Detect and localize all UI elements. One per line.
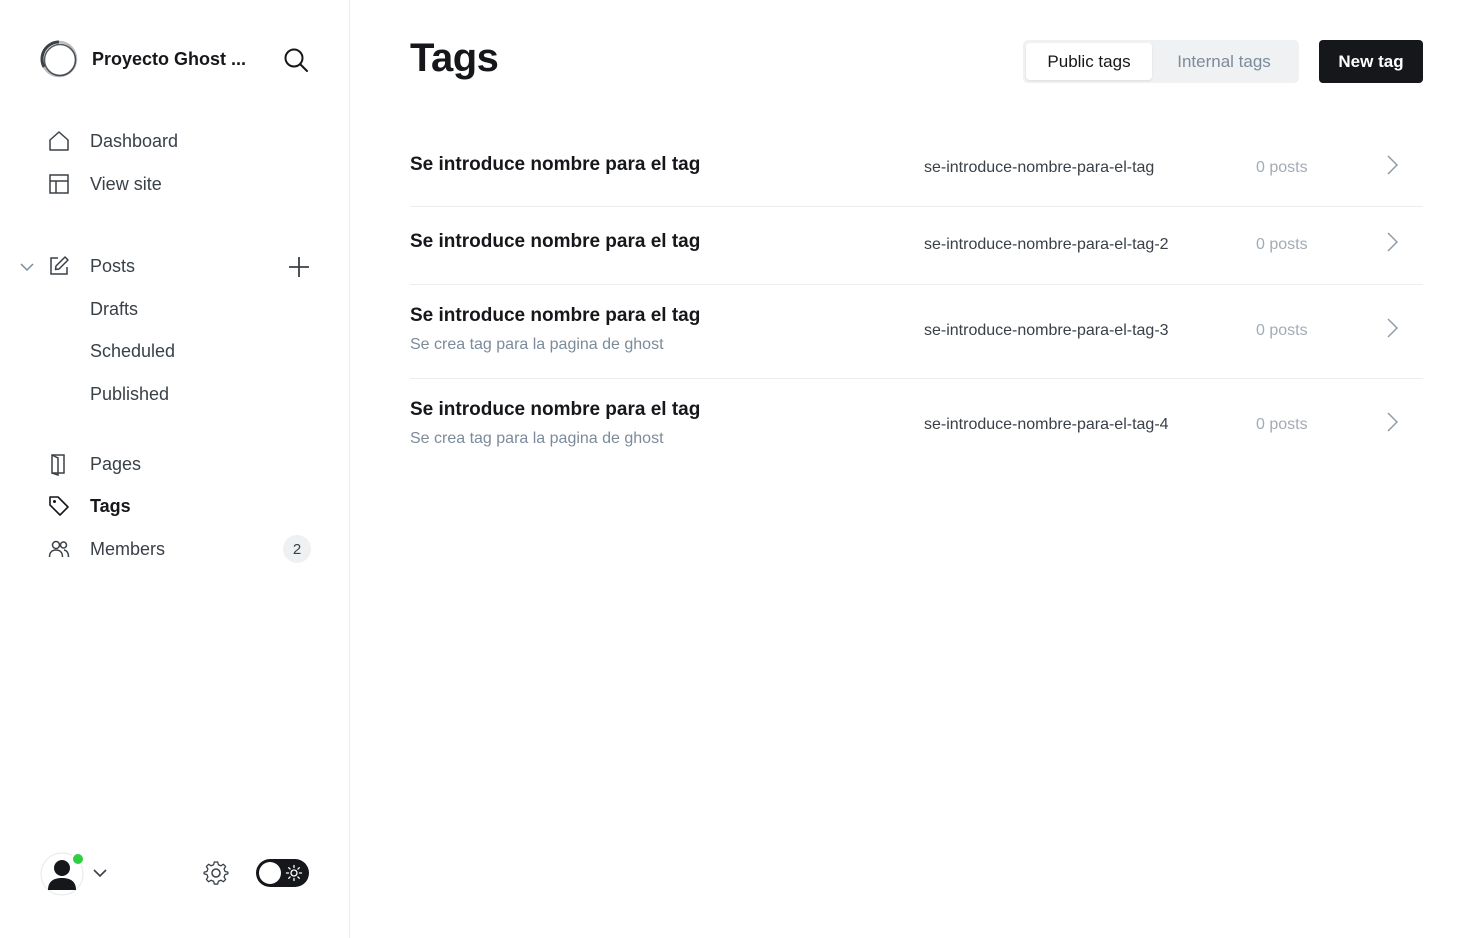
tab-public-tags[interactable]: Public tags — [1026, 43, 1152, 80]
page-title: Tags — [410, 36, 499, 80]
tag-description: Se crea tag para la pagina de ghost — [410, 430, 664, 447]
plus-icon[interactable] — [286, 254, 312, 280]
chevron-down-icon[interactable] — [18, 258, 36, 276]
nav-view-site-label: View site — [90, 173, 162, 194]
nav-pages-label: Pages — [90, 453, 142, 474]
table-row[interactable]: Se introduce nombre para el tag Se crea … — [410, 379, 1423, 473]
site-logo-icon — [40, 40, 78, 78]
chevron-right-icon — [1387, 318, 1399, 338]
tag-slug: se-introduce-nombre-para-el-tag-2 — [924, 236, 1169, 253]
nav-tags[interactable]: Tags — [46, 491, 131, 521]
nav-members-label: Members — [90, 538, 166, 559]
chevron-down-icon[interactable] — [91, 864, 109, 882]
tag-icon — [46, 493, 72, 519]
nav-view-site[interactable]: View site — [46, 169, 162, 199]
tag-slug: se-introduce-nombre-para-el-tag — [924, 159, 1155, 176]
home-icon — [46, 128, 72, 154]
tag-name: Se introduce nombre para el tag — [410, 305, 701, 326]
nav-members[interactable]: Members — [46, 534, 165, 564]
tag-post-count[interactable]: 0 posts — [1256, 236, 1308, 254]
nav-scheduled[interactable]: Scheduled — [90, 339, 175, 363]
tag-post-count[interactable]: 0 posts — [1256, 416, 1308, 434]
table-row[interactable]: Se introduce nombre para el tag se-intro… — [410, 207, 1423, 285]
search-icon[interactable] — [282, 46, 310, 74]
chevron-right-icon — [1387, 155, 1399, 175]
tag-slug: se-introduce-nombre-para-el-tag-4 — [924, 416, 1169, 433]
tag-name: Se introduce nombre para el tag — [410, 399, 701, 420]
layout-icon — [46, 171, 72, 197]
nav-pages[interactable]: Pages — [46, 449, 141, 479]
tag-name: Se introduce nombre para el tag — [410, 154, 701, 175]
tab-internal-tags[interactable]: Internal tags — [1152, 43, 1296, 80]
theme-toggle[interactable] — [256, 859, 309, 887]
new-tag-button[interactable]: New tag — [1319, 40, 1423, 83]
online-status-dot — [71, 852, 85, 866]
nav-posts-label: Posts — [90, 255, 136, 276]
table-row[interactable]: Se introduce nombre para el tag Se crea … — [410, 285, 1423, 379]
nav-posts[interactable]: Posts — [46, 251, 135, 281]
table-row[interactable]: Se introduce nombre para el tag se-intro… — [410, 130, 1423, 207]
theme-toggle-knob — [259, 862, 281, 884]
nav-dashboard[interactable]: Dashboard — [46, 126, 178, 156]
edit-icon — [46, 253, 72, 279]
nav-tags-label: Tags — [90, 495, 131, 516]
tag-type-filter: Public tags Internal tags — [1023, 40, 1299, 83]
nav-dashboard-label: Dashboard — [90, 130, 179, 151]
site-brand[interactable]: Proyecto Ghost ... — [40, 40, 246, 78]
tag-post-count[interactable]: 0 posts — [1256, 322, 1308, 340]
page-icon — [46, 451, 72, 477]
site-title: Proyecto Ghost ... — [92, 48, 247, 69]
nav-drafts[interactable]: Drafts — [90, 297, 138, 321]
tag-post-count[interactable]: 0 posts — [1256, 159, 1308, 177]
nav-published[interactable]: Published — [90, 382, 169, 406]
chevron-right-icon — [1387, 232, 1399, 252]
sun-icon — [285, 864, 303, 882]
users-icon — [46, 536, 72, 562]
tag-name: Se introduce nombre para el tag — [410, 231, 701, 252]
tag-slug: se-introduce-nombre-para-el-tag-3 — [924, 322, 1169, 339]
chevron-right-icon — [1387, 412, 1399, 432]
members-count-badge: 2 — [283, 535, 311, 563]
gear-icon[interactable] — [201, 858, 231, 888]
sidebar: Proyecto Ghost ... Dashboard View site P… — [0, 0, 350, 938]
tag-description: Se crea tag para la pagina de ghost — [410, 336, 664, 353]
